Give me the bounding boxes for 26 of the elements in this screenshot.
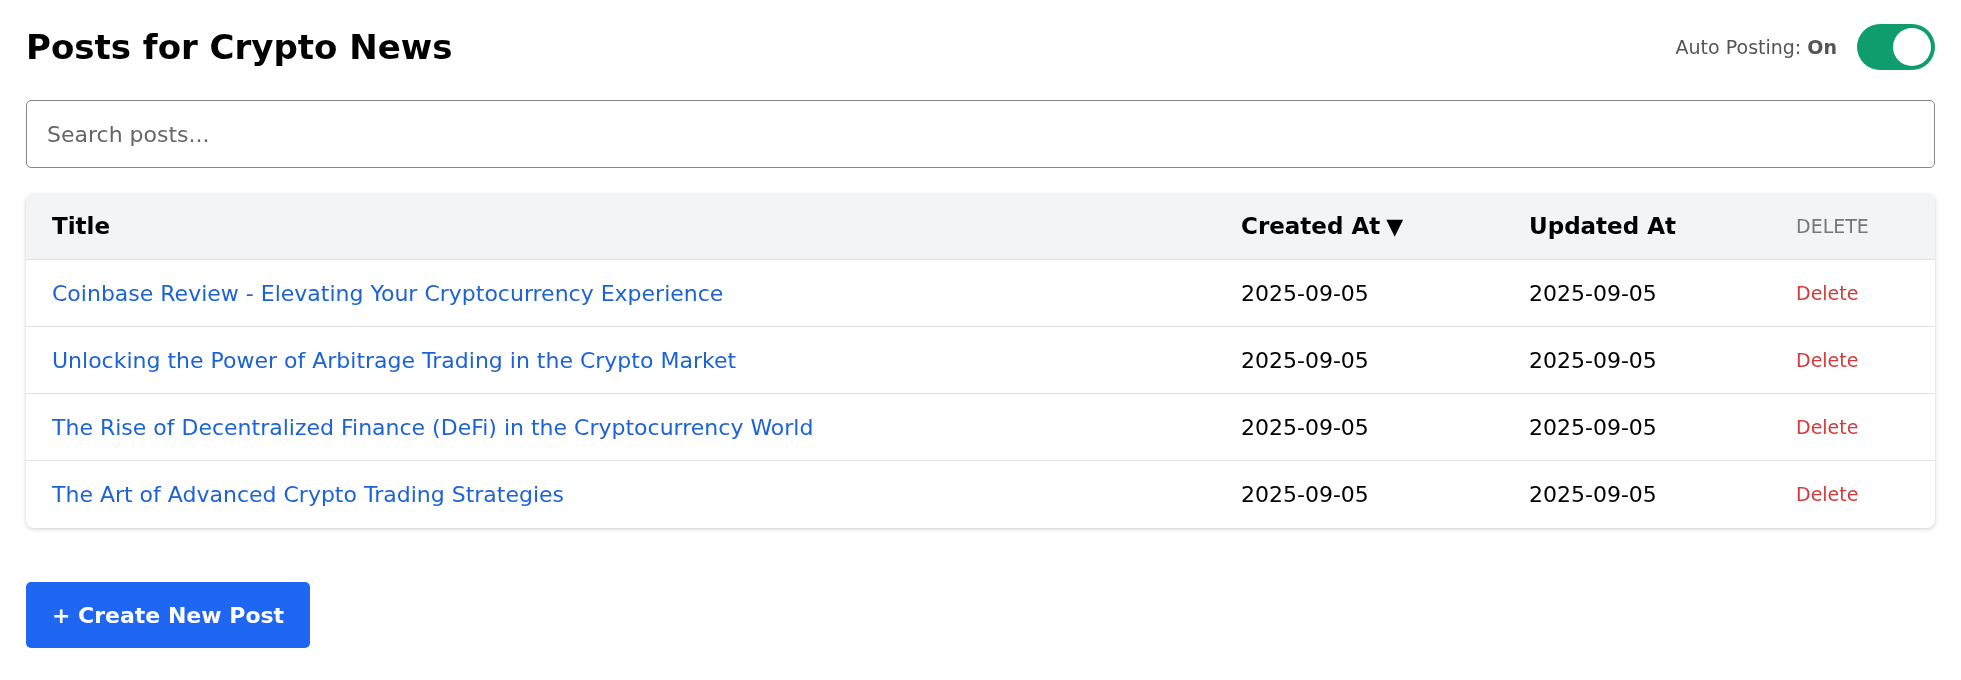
sort-indicator[interactable]: ▼	[1386, 210, 1404, 243]
column-header: DELETE	[1796, 214, 1869, 240]
column-header: Title	[52, 212, 111, 242]
updated-date: 2025-09-05	[1529, 482, 1657, 507]
post-title-link[interactable]: The Rise of Decentralized Finance (DeFi) in the Cryptocurrency World	[52, 414, 814, 440]
post-title-link[interactable]: The Art of Advanced Crypto Trading Strategies	[52, 482, 564, 507]
delete-button[interactable]: Delete	[1796, 480, 1859, 509]
created-date: 2025-09-05	[1241, 482, 1369, 507]
auto-posting-label: Auto Posting: On	[1675, 34, 1837, 60]
post-title-link[interactable]: Unlocking the Power of Arbitrage Trading in the Crypto Market	[52, 347, 737, 373]
created-date: 2025-09-05	[1241, 414, 1369, 440]
create-post-button[interactable]: + Create New Post	[26, 582, 311, 648]
created-date: 2025-09-05	[1241, 347, 1369, 373]
delete-button[interactable]: Delete	[1796, 345, 1859, 375]
column-header[interactable]: Created At	[1241, 209, 1381, 244]
updated-date: 2025-09-05	[1529, 347, 1657, 373]
post-title-link[interactable]: Coinbase Review - Elevating Your Cryptocurrency Experience	[52, 280, 724, 306]
delete-button[interactable]: Delete	[1796, 412, 1859, 442]
updated-date: 2025-09-05	[1529, 414, 1657, 440]
created-date: 2025-09-05	[1241, 280, 1369, 306]
delete-button[interactable]: Delete	[1796, 278, 1859, 308]
updated-date: 2025-09-05	[1529, 280, 1657, 306]
page-title: Posts for Crypto News	[26, 25, 453, 69]
column-header: Updated At	[1529, 212, 1676, 242]
auto-posting-toggle[interactable]	[1857, 24, 1935, 70]
search-field[interactable]: Search posts...	[26, 100, 1935, 168]
